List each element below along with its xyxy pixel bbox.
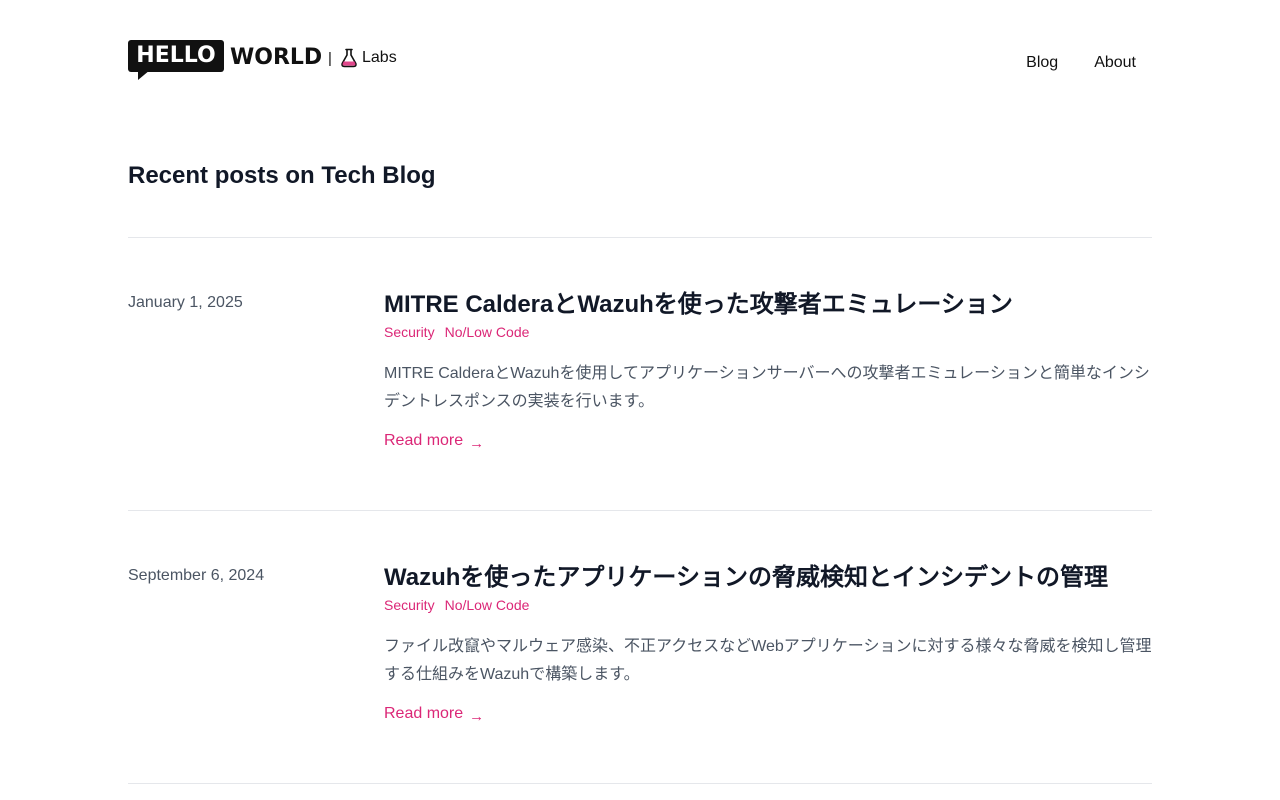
page: HELLO WORLD | Labs Blog About Recent pos…: [0, 0, 1280, 800]
labs-label: Labs: [362, 49, 397, 66]
nav-about[interactable]: About: [1094, 54, 1136, 72]
post-item: January 1, 2025 MITRE CalderaとWazuhを使った攻…: [128, 291, 1152, 464]
divider: [128, 783, 1152, 784]
post-title[interactable]: MITRE CalderaとWazuhを使った攻撃者エミュレーション: [384, 290, 1152, 320]
post-title[interactable]: Wazuhを使ったアプリケーションの脅威検知とインシデントの管理: [384, 563, 1152, 593]
page-title: Recent posts on Tech Blog: [128, 162, 436, 189]
labs-link[interactable]: Labs: [340, 48, 397, 68]
read-more-label: Read more: [384, 432, 464, 449]
post-body: Wazuhを使ったアプリケーションの脅威検知とインシデントの管理 Securit…: [384, 564, 1152, 725]
main-nav: Blog About: [1026, 54, 1136, 72]
tag-link[interactable]: Security: [384, 324, 435, 340]
post-tags: Security No/Low Code: [384, 597, 1152, 613]
logo-hello-text: HELLO: [136, 43, 216, 68]
post-body: MITRE CalderaとWazuhを使った攻撃者エミュレーション Secur…: [384, 291, 1152, 452]
post-summary: MITRE CalderaとWazuhを使用してアプリケーションサーバーへの攻撃…: [384, 365, 1150, 410]
flask-icon: [340, 48, 358, 68]
read-more-link[interactable]: Read more →: [384, 432, 485, 452]
post-tags: Security No/Low Code: [384, 324, 1152, 340]
post-date: January 1, 2025: [128, 294, 243, 311]
logo-separator: |: [328, 50, 332, 67]
tag-link[interactable]: No/Low Code: [445, 324, 530, 340]
arrow-right-icon: →: [469, 707, 485, 725]
nav-blog[interactable]: Blog: [1026, 54, 1058, 72]
tag-link[interactable]: Security: [384, 597, 435, 613]
divider: [128, 237, 1152, 238]
logo-hello-badge: HELLO: [128, 40, 224, 80]
post-date: September 6, 2024: [128, 567, 265, 584]
read-more-link[interactable]: Read more →: [384, 705, 485, 725]
site-logo[interactable]: HELLO WORLD: [128, 40, 323, 80]
post-summary: ファイル改竄やマルウェア感染、不正アクセスなどWebアプリケーションに対する様々…: [384, 638, 1152, 683]
logo-world-text: WORLD: [230, 45, 323, 70]
post-item: September 6, 2024 Wazuhを使ったアプリケーションの脅威検知…: [128, 564, 1152, 737]
divider: [128, 510, 1152, 511]
site-header: HELLO WORLD | Labs Blog About: [128, 40, 1152, 80]
logo-speech-tail: [138, 70, 150, 80]
arrow-right-icon: →: [469, 434, 485, 452]
tag-link[interactable]: No/Low Code: [445, 597, 530, 613]
read-more-label: Read more: [384, 705, 464, 722]
